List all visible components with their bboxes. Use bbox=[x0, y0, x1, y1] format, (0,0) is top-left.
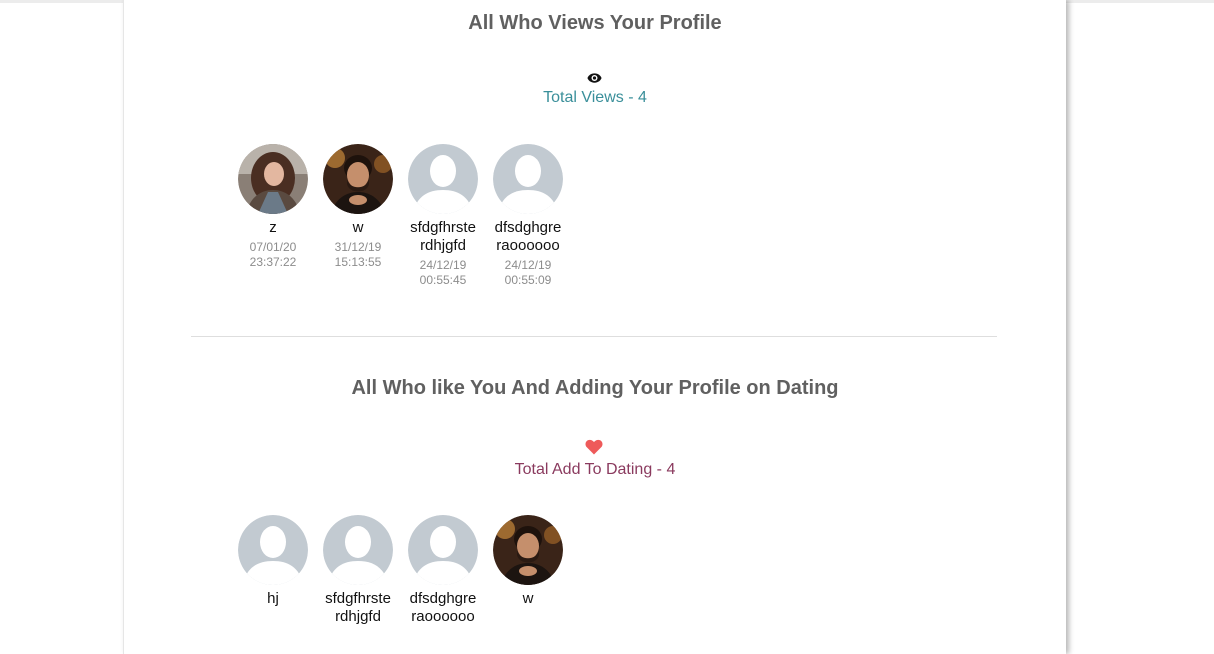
views-user-list: z 07/01/20 23:37:22 w 31/12/19 15:13:55 bbox=[238, 144, 578, 288]
view-timestamp: 24/12/19 00:55:45 bbox=[419, 258, 467, 287]
views-section-title: All Who Views Your Profile bbox=[468, 12, 722, 34]
default-avatar[interactable] bbox=[408, 515, 478, 585]
total-dating-label: Total Add To Dating - 4 bbox=[514, 461, 676, 478]
section-divider bbox=[191, 336, 997, 337]
dating-user-name[interactable]: w bbox=[493, 590, 563, 608]
dating-user-card[interactable]: dfsdghgreraoooooo bbox=[408, 515, 478, 626]
viewer-name[interactable]: sfdgfhrsterdhjgfd bbox=[408, 219, 478, 255]
eye-icon bbox=[587, 73, 602, 83]
total-views-label: Total Views - 4 bbox=[543, 89, 647, 106]
dating-user-card[interactable]: sfdgfhrsterdhjgfd bbox=[323, 515, 393, 626]
dating-section-title: All Who like You And Adding Your Profile… bbox=[351, 377, 839, 399]
avatar[interactable] bbox=[493, 515, 563, 585]
dating-user-name[interactable]: sfdgfhrsterdhjgfd bbox=[323, 590, 393, 626]
profile-activity-panel: All Who Views Your Profile Total Views -… bbox=[123, 0, 1066, 654]
heart-icon bbox=[585, 439, 603, 455]
default-avatar[interactable] bbox=[323, 515, 393, 585]
viewer-name[interactable]: w bbox=[323, 219, 393, 237]
viewer-card[interactable]: z 07/01/20 23:37:22 bbox=[238, 144, 308, 288]
dating-user-name[interactable]: dfsdghgreraoooooo bbox=[408, 590, 478, 626]
view-timestamp: 07/01/20 23:37:22 bbox=[249, 240, 297, 269]
dating-user-list: hj sfdgfhrsterdhjgfd dfsdghgreraoooooo w bbox=[238, 515, 578, 626]
viewer-card[interactable]: dfsdghgreraoooooo 24/12/19 00:55:09 bbox=[493, 144, 563, 288]
default-avatar[interactable] bbox=[238, 515, 308, 585]
dating-user-name[interactable]: hj bbox=[238, 590, 308, 608]
view-timestamp: 24/12/19 00:55:09 bbox=[504, 258, 552, 287]
dating-user-card[interactable]: w bbox=[493, 515, 563, 626]
viewer-name[interactable]: dfsdghgreraoooooo bbox=[493, 219, 563, 255]
default-avatar[interactable] bbox=[408, 144, 478, 214]
dating-user-card[interactable]: hj bbox=[238, 515, 308, 626]
avatar[interactable] bbox=[323, 144, 393, 214]
default-avatar[interactable] bbox=[493, 144, 563, 214]
avatar[interactable] bbox=[238, 144, 308, 214]
viewer-card[interactable]: sfdgfhrsterdhjgfd 24/12/19 00:55:45 bbox=[408, 144, 478, 288]
viewer-name[interactable]: z bbox=[238, 219, 308, 237]
view-timestamp: 31/12/19 15:13:55 bbox=[334, 240, 382, 269]
viewer-card[interactable]: w 31/12/19 15:13:55 bbox=[323, 144, 393, 288]
